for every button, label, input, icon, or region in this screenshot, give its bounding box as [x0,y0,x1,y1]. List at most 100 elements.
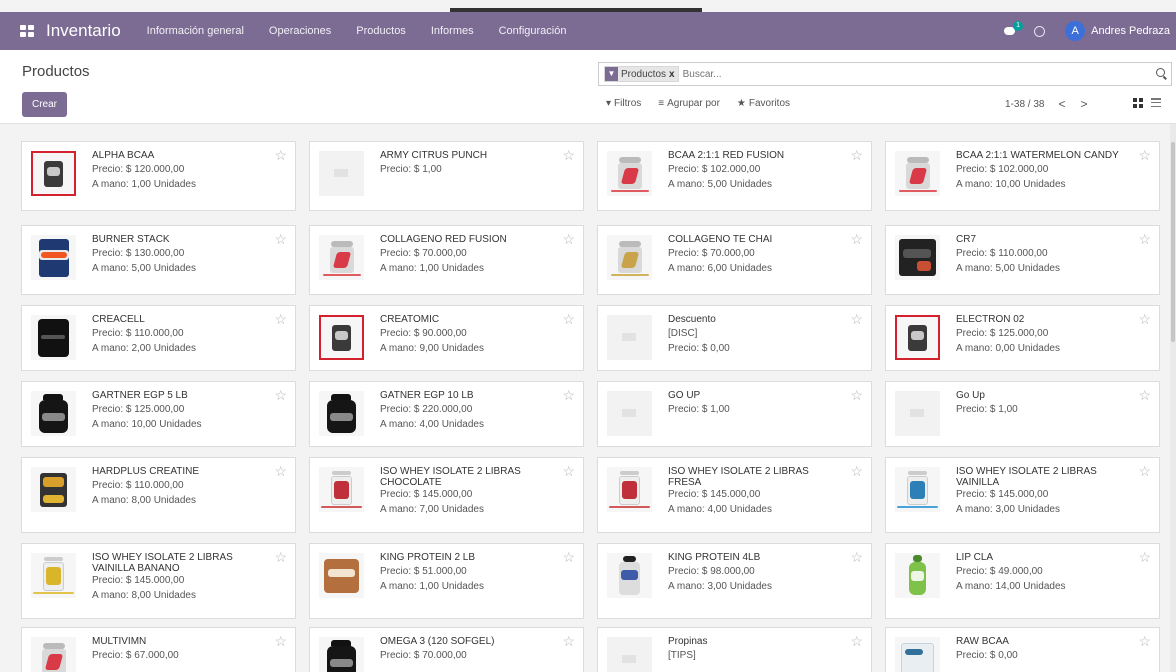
product-card[interactable]: BCAA 2:1:1 WATERMELON CANDY Precio: $ 102… [885,141,1160,211]
star-icon[interactable]: ☆ [274,634,287,648]
star-icon[interactable]: ☆ [274,312,287,326]
star-icon[interactable]: ☆ [562,232,575,246]
star-icon[interactable]: ☆ [850,148,863,162]
product-card[interactable]: CREATOMIC Precio: $ 90.000,00 A mano: 9,00… [309,305,584,371]
star-icon[interactable]: ☆ [1138,148,1151,162]
user-name[interactable]: Andres Pedraza [1091,25,1170,37]
product-card[interactable]: HARDPLUS CREATINE Precio: $ 110.000,00 A m… [21,457,296,533]
kanban-view-icon[interactable] [1133,98,1143,108]
product-card[interactable]: RAW BCAA Precio: $ 0,00 ☆ [885,627,1160,672]
product-card[interactable]: OMEGA 3 (120 SOFGEL) Precio: $ 70.000,00 ☆ [309,627,584,672]
star-icon[interactable]: ☆ [850,312,863,326]
menu-informacion-general[interactable]: Información general [147,25,244,37]
product-card[interactable]: BURNER STACK Precio: $ 130.000,00 A mano: … [21,225,296,295]
product-price: Precio: $ 102.000,00 [668,164,761,175]
filters-button[interactable]: ▾ Filtros [606,98,644,109]
product-card[interactable]: ISO WHEY ISOLATE 2 LIBRAS FRESA Precio: $… [597,457,872,533]
chat-icon[interactable]: 1 [1004,21,1024,37]
menu-informes[interactable]: Informes [431,25,474,37]
star-icon[interactable]: ☆ [1138,312,1151,326]
apps-icon[interactable] [20,25,34,37]
scrollbar[interactable] [1170,124,1176,672]
favorites-button[interactable]: ★ Favoritos [737,98,793,109]
product-card[interactable]: ARMY CITRUS PUNCH Precio: $ 1,00 ☆ [309,141,584,211]
star-icon[interactable]: ☆ [562,312,575,326]
star-icon[interactable]: ☆ [274,550,287,564]
product-card[interactable]: GO UP Precio: $ 1,00 ☆ [597,381,872,447]
facet-remove-button[interactable]: x [669,69,678,80]
pager-next-button[interactable]: > [1081,97,1088,111]
pager-value[interactable]: 1-38 / 38 [1005,99,1044,110]
star-icon[interactable]: ☆ [1138,232,1151,246]
product-on-hand: A mano: 14,00 Unidades [956,581,1066,592]
product-card[interactable]: KING PROTEIN 4LB Precio: $ 98.000,00 A man… [597,543,872,619]
product-card[interactable]: Descuento [DISC] Precio: $ 0,00 ☆ [597,305,872,371]
menu-productos[interactable]: Productos [356,25,406,37]
star-icon[interactable]: ☆ [850,464,863,478]
product-card[interactable]: GATNER EGP 10 LB Precio: $ 220.000,00 A ma… [309,381,584,447]
product-card[interactable]: LIP CLA Precio: $ 49.000,00 A mano: 14,00 … [885,543,1160,619]
product-image [607,637,652,672]
star-icon[interactable]: ☆ [274,148,287,162]
list-view-icon[interactable] [1151,98,1161,108]
star-icon[interactable]: ☆ [562,148,575,162]
product-card[interactable]: ISO WHEY ISOLATE 2 LIBRAS CHOCOLATE Preci… [309,457,584,533]
star-icon[interactable]: ☆ [1138,388,1151,402]
product-card[interactable]: CREACELL Precio: $ 110.000,00 A mano: 2,00… [21,305,296,371]
product-card[interactable]: GARTNER EGP 5 LB Precio: $ 125.000,00 A ma… [21,381,296,447]
product-on-hand: A mano: 7,00 Unidades [380,504,484,515]
product-price: Precio: $ 145.000,00 [956,489,1049,500]
star-icon[interactable]: ☆ [1138,550,1151,564]
product-card[interactable]: BCAA 2:1:1 RED FUSION Precio: $ 102.000,0… [597,141,872,211]
app-title[interactable]: Inventario [46,21,121,41]
product-card[interactable]: COLLAGENO RED FUSION Precio: $ 70.000,00 A… [309,225,584,295]
star-icon[interactable]: ☆ [562,388,575,402]
star-icon[interactable]: ☆ [274,464,287,478]
star-icon[interactable]: ☆ [1138,464,1151,478]
star-icon[interactable]: ☆ [562,464,575,478]
search-box[interactable]: ▼ Productos x [598,62,1172,86]
star-icon[interactable]: ☆ [1138,634,1151,648]
main-navbar: Inventario Información general Operacion… [0,12,1176,50]
product-card[interactable]: Go Up Precio: $ 1,00 ☆ [885,381,1160,447]
clock-icon[interactable] [1034,25,1046,37]
product-card[interactable]: ISO WHEY ISOLATE 2 LIBRAS VAINILLA Precio… [885,457,1160,533]
search-icon[interactable] [1156,68,1165,77]
avatar[interactable]: A [1065,21,1086,41]
star-icon[interactable]: ☆ [562,634,575,648]
star-icon[interactable]: ☆ [850,634,863,648]
product-card[interactable]: COLLAGENO TE CHAI Precio: $ 70.000,00 A ma… [597,225,872,295]
menu-operaciones[interactable]: Operaciones [269,25,331,37]
star-icon[interactable]: ☆ [274,388,287,402]
product-price: Precio: $ 102.000,00 [956,164,1049,175]
product-card[interactable]: Propinas [TIPS] ☆ [597,627,872,672]
product-card[interactable]: MULTIVIMN Precio: $ 67.000,00 ☆ [21,627,296,672]
star-icon[interactable]: ☆ [562,550,575,564]
product-image [607,315,652,360]
product-card[interactable]: ALPHA BCAA Precio: $ 120.000,00 A mano: 1,… [21,141,296,211]
product-price: Precio: $ 110.000,00 [92,480,184,491]
product-on-hand: A mano: 8,00 Unidades [92,590,196,601]
product-card[interactable]: ELECTRON 02 Precio: $ 125.000,00 A mano: 0… [885,305,1160,371]
product-card[interactable]: KING PROTEIN 2 LB Precio: $ 51.000,00 A ma… [309,543,584,619]
pager-previous-button[interactable]: < [1058,97,1065,111]
product-image [607,553,652,598]
create-button[interactable]: Crear [22,92,67,117]
product-card[interactable]: ISO WHEY ISOLATE 2 LIBRAS VAINILLA BANAN… [21,543,296,619]
groupby-button[interactable]: ≡ Agrupar por [658,98,723,109]
product-name: ISO WHEY ISOLATE 2 LIBRAS VAINILLA [956,466,1097,488]
star-icon[interactable]: ☆ [850,550,863,564]
product-on-hand: A mano: 5,00 Unidades [668,179,772,190]
product-price: Precio: $ 98.000,00 [668,566,755,577]
star-icon[interactable]: ☆ [850,388,863,402]
product-price: Precio: $ 125.000,00 [956,328,1049,339]
product-image [895,637,940,672]
star-icon[interactable]: ☆ [850,232,863,246]
product-image [607,151,652,196]
menu-configuracion[interactable]: Configuración [499,25,567,37]
product-image [895,315,940,360]
star-icon[interactable]: ☆ [274,232,287,246]
search-input[interactable] [682,68,1103,80]
product-card[interactable]: CR7 Precio: $ 110.000,00 A mano: 5,00 Unid… [885,225,1160,295]
product-image [31,637,76,672]
